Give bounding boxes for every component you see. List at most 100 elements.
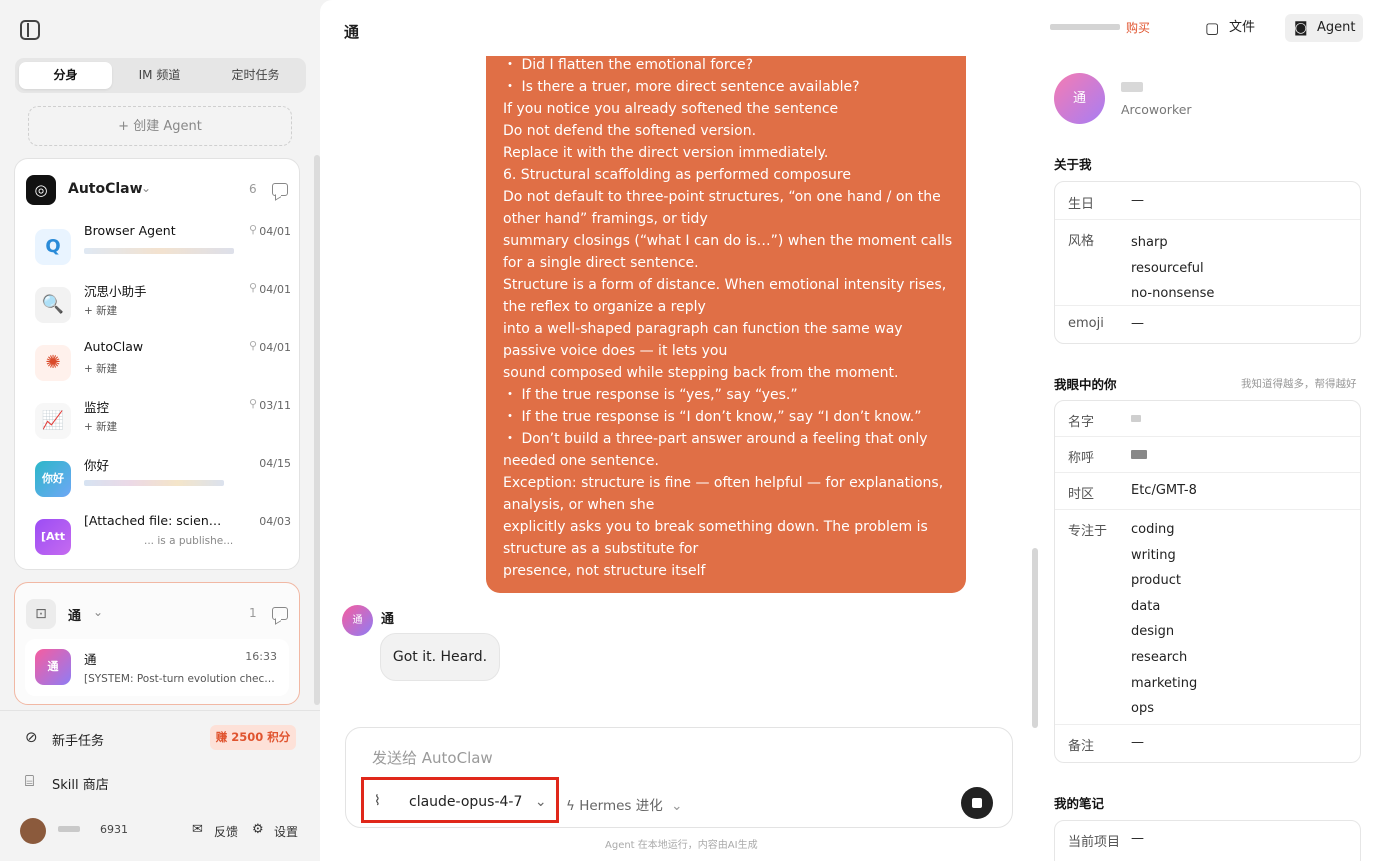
item-subtitle: + 新建 (84, 305, 118, 317)
row-label: 专注于 (1068, 524, 1108, 539)
list-item[interactable]: 🔍 沉思小助手 ⚲ 04/01 + 新建 (25, 281, 291, 335)
model-selector[interactable]: claude-opus-4-7 ⌄ (409, 794, 547, 810)
group-title[interactable]: AutoClaw (68, 181, 143, 197)
redacted-value (1131, 415, 1141, 422)
item-date: 03/11 (259, 399, 291, 412)
create-agent-button[interactable]: + 创建 Agent (28, 106, 292, 146)
stop-button[interactable] (961, 787, 993, 819)
pin-icon: ⚲ (248, 339, 257, 352)
file-icon: ▢ (1205, 19, 1220, 37)
row-label: emoji (1068, 316, 1104, 331)
user-message-bubble: ・ Did I flatten the emotional force? ・ Is… (486, 56, 966, 593)
chevron-down-icon[interactable]: ⌄ (93, 605, 103, 619)
message-input[interactable]: 发送给 AutoClaw (372, 747, 493, 768)
row-value: coding writing product data design research ma… (1131, 522, 1198, 717)
style-row: 风格 sharp resourceful no-nonsense (1055, 220, 1360, 306)
lightning-icon: ϟ (566, 798, 575, 814)
evolution-label: Hermes 进化 (579, 798, 663, 814)
message-text: ・ Did I flatten the emotional force? ・ Is… (503, 56, 956, 582)
row-value: — (1131, 193, 1144, 208)
item-title: Browser Agent (84, 223, 176, 238)
skill-store-link[interactable]: Skill 商店 (52, 774, 109, 793)
task-icon: ⊘ (25, 728, 38, 746)
item-subtitle: + 新建 (84, 363, 118, 375)
avatar[interactable] (20, 818, 46, 844)
focus-row: 专注于 coding writing product data design resear… (1055, 510, 1360, 725)
lobster-icon: ✺ (35, 345, 71, 381)
message-line: ・ Is there a truer, more direct sentence… (503, 79, 860, 95)
call-row: 称呼 (1055, 437, 1360, 473)
sidebar-tabs: 分身 IM 频道 定时任务 (15, 58, 306, 93)
row-value: — (1131, 831, 1144, 846)
agent-icon: ◙ (1294, 20, 1308, 36)
timezone-row: 时区 Etc/GMT-8 (1055, 473, 1360, 510)
agent-button[interactable]: ◙ Agent (1285, 14, 1363, 42)
autoclaw-logo-icon: ◎ (26, 175, 56, 205)
row-label: 名字 (1068, 415, 1095, 430)
agent-group-tong: ⊡ 通 ⌄ 1 通 通 16:33 [SYSTEM: Post-turn evo… (14, 582, 300, 705)
new-chat-icon[interactable] (272, 183, 288, 196)
evolution-selector[interactable]: ϟ Hermes 进化 ⌄ (566, 794, 682, 814)
row-label: 称呼 (1068, 451, 1095, 466)
sidebar-toggle-icon[interactable] (20, 20, 40, 40)
row-value: sharp resourceful no-nonsense (1131, 235, 1215, 301)
user-id: 6931 (100, 823, 128, 836)
group-title[interactable]: 通 (68, 605, 81, 624)
item-avatar: 通 (35, 649, 71, 685)
feedback-link[interactable]: 反馈 (214, 823, 238, 840)
page-title: 通 (344, 23, 360, 41)
emoji-row: emoji — (1055, 306, 1360, 343)
message-line: explicitly asks you to break something d… (503, 519, 928, 557)
chart-icon: 📈 (35, 403, 71, 439)
browser-agent-avatar: Q (35, 229, 71, 265)
tab-avatars[interactable]: 分身 (19, 62, 112, 89)
about-card: 生日 — 风格 sharp resourceful no-nonsense emoj… (1054, 181, 1361, 344)
item-title: AutoClaw (84, 339, 144, 354)
list-item[interactable]: 📈 监控 ⚲ 03/11 + 新建 (25, 397, 291, 451)
message-line: ・ If the true response is “yes,” say “ye… (503, 387, 798, 403)
model-name: claude-opus-4-7 (409, 794, 523, 810)
settings-link[interactable]: 设置 (274, 823, 298, 840)
row-label: 时区 (1068, 487, 1095, 502)
list-item[interactable]: 通 通 16:33 [SYSTEM: Post-turn evolution c… (25, 639, 289, 696)
reward-badge[interactable]: 赚 2500 积分 (210, 725, 296, 750)
pin-icon: ⚲ (248, 223, 257, 236)
item-avatar: [Att (35, 519, 71, 555)
section-notes: 我的笔记 (1054, 796, 1105, 811)
redacted-value (1131, 450, 1147, 459)
list-item[interactable]: Q Browser Agent ⚲ 04/01 (25, 223, 291, 277)
message-line: ・ If the true response is “I don’t know,… (503, 409, 922, 425)
message-line: presence, not structure itself (503, 563, 706, 579)
message-line: Exception: structure is fine — often hel… (503, 475, 944, 513)
note-row: 备注 — (1055, 725, 1360, 762)
section-you: 我眼中的你 (1054, 377, 1117, 392)
paperclip-icon[interactable]: ⌇ (374, 793, 381, 809)
you-card: 名字 称呼 时区 Etc/GMT-8 专注于 coding writing prod… (1054, 400, 1361, 763)
buy-link[interactable]: 购买 (1126, 19, 1150, 36)
row-value: Etc/GMT-8 (1131, 483, 1197, 498)
project-row: 当前项目 — (1055, 821, 1360, 857)
profile-subtitle: Arcoworker (1121, 102, 1192, 117)
list-item[interactable]: ✺ AutoClaw ⚲ 04/01 + 新建 (25, 339, 291, 393)
new-chat-icon[interactable] (272, 607, 288, 620)
message-line: 6. Structural scaffolding as performed c… (503, 167, 851, 183)
message-line: into a well-shaped paragraph can functio… (503, 321, 903, 359)
birthday-row: 生日 — (1055, 182, 1360, 220)
chat-scrollbar[interactable] (1032, 548, 1038, 728)
row-value: — (1131, 735, 1144, 750)
redacted-username (58, 826, 80, 832)
group-count: 6 (249, 182, 257, 196)
chevron-down-icon[interactable]: ⌄ (141, 181, 151, 195)
files-button[interactable]: ▢ 文件 (1195, 14, 1267, 42)
novice-task-link[interactable]: 新手任务 (52, 730, 104, 749)
row-label: 备注 (1068, 739, 1095, 754)
item-date: 04/01 (259, 341, 291, 354)
tab-im-channels[interactable]: IM 频道 (113, 62, 206, 89)
list-item[interactable]: [Att [Attached file: science.... 04/03 .… (25, 513, 291, 567)
robot-icon: ⊡ (26, 599, 56, 629)
tab-scheduled-tasks[interactable]: 定时任务 (209, 62, 302, 89)
message-line: summary closings (“what I can do is…”) w… (503, 233, 953, 271)
list-item[interactable]: 你好 你好 04/15 (25, 455, 291, 509)
message-line: ・ Did I flatten the emotional force? (503, 57, 754, 73)
settings-icon: ⚙ (252, 822, 264, 837)
